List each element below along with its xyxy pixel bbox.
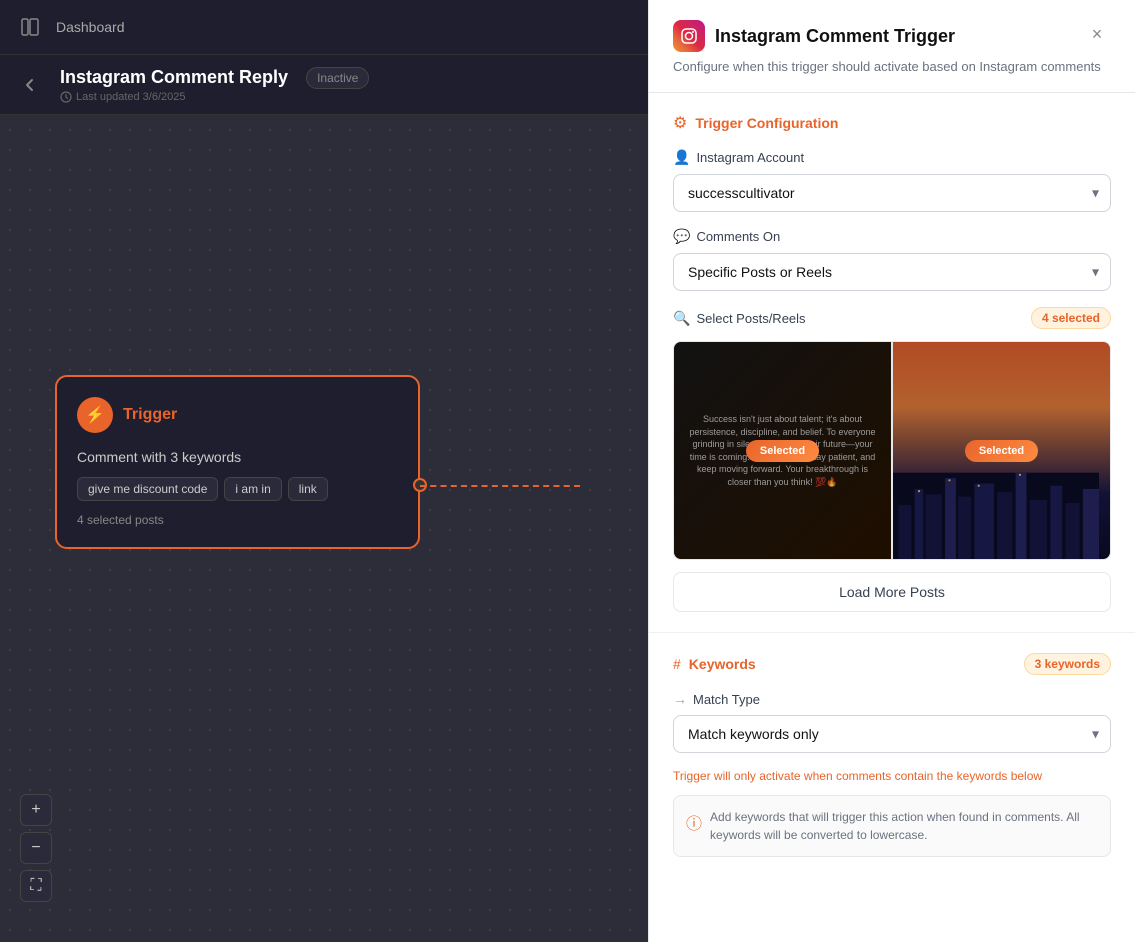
workflow-meta: Instagram Comment Reply Inactive Last up… [60,67,369,103]
post-item-1[interactable]: Success isn't just about talent; it's ab… [674,342,891,559]
keywords-section-title: Keywords [689,656,756,672]
panel-title-row: Instagram Comment Trigger [673,20,955,52]
account-field-label: 👤 Instagram Account [673,149,1111,166]
close-panel-button[interactable]: × [1083,20,1111,48]
trigger-node-header: ⚡ Trigger [77,397,398,433]
match-description: Trigger will only activate when comments… [673,769,1111,783]
post-1-selected-badge: Selected [746,440,819,462]
posts-section-label: Select Posts/Reels [696,311,805,326]
keyword-tags-container: give me discount code i am in link [77,477,398,501]
person-icon: 👤 [673,149,690,166]
comments-on-select[interactable]: Specific Posts or Reels [673,253,1111,291]
post-item-2[interactable]: Selected Unlock your potential and eleva… [893,342,1110,559]
top-bar: Dashboard [0,0,648,55]
account-select-wrapper: successcultivator ▾ [673,174,1111,212]
keywords-count-badge: 3 keywords [1024,653,1111,675]
trigger-config-header: ⚙ Trigger Configuration [673,113,1111,133]
trigger-node[interactable]: ⚡ Trigger Comment with 3 keywords give m… [55,375,420,549]
zoom-out-button[interactable]: − [20,832,52,864]
trigger-node-subtitle: Comment with 3 keywords [77,449,398,465]
load-more-posts-button[interactable]: Load More Posts [673,572,1111,612]
fullscreen-button[interactable]: ⛶ [20,870,52,902]
dashboard-link[interactable]: Dashboard [56,19,125,35]
instagram-icon [673,20,705,52]
trigger-config-title: Trigger Configuration [695,115,838,131]
match-type-select-wrapper: Match keywords only ▾ [673,715,1111,753]
zoom-in-button[interactable]: + [20,794,52,826]
trigger-node-label: Trigger [123,406,177,424]
comment-icon: 💬 [673,228,690,245]
panel-subtitle: Configure when this trigger should activ… [673,58,1111,76]
panel-title: Instagram Comment Trigger [715,26,955,47]
trigger-node-icon: ⚡ [77,397,113,433]
posts-grid: Success isn't just about talent; it's ab… [674,342,1110,559]
match-type-field-label: → Match Type [673,691,1111,707]
zoom-controls: + − ⛶ [20,794,52,902]
post-2-selected-overlay: Selected [893,342,1110,559]
canvas-area: ⚡ Trigger Comment with 3 keywords give m… [0,115,648,942]
sidebar-toggle-button[interactable] [16,13,44,41]
workflow-last-updated: Last updated 3/6/2025 [60,91,369,103]
keyword-tag-2: i am in [224,477,281,501]
add-keywords-area: ⓘ Add keywords that will trigger this ac… [673,795,1111,857]
search-icon: 🔍 [673,310,690,327]
comments-on-select-wrapper: Specific Posts or Reels ▾ [673,253,1111,291]
workflow-header: Instagram Comment Reply Inactive Last up… [0,55,648,115]
keyword-tag-3: link [288,477,328,501]
panel-header: Instagram Comment Trigger × Configure wh… [649,0,1135,93]
posts-selected-count-badge: 4 selected [1031,307,1111,329]
posts-section-header: 🔍 Select Posts/Reels 4 selected [673,307,1111,329]
posts-count: 4 selected posts [77,513,398,527]
posts-grid-container: Success isn't just about talent; it's ab… [673,341,1111,560]
connector-line [420,485,580,487]
add-keywords-hint-text: Add keywords that will trigger this acti… [710,808,1098,844]
keywords-section: # Keywords 3 keywords → Match Type Match… [649,633,1135,877]
arrow-right-icon: → [673,691,687,707]
back-button[interactable] [16,71,44,99]
account-select[interactable]: successcultivator [673,174,1111,212]
right-panel: Instagram Comment Trigger × Configure wh… [648,0,1135,942]
gear-icon: ⚙ [673,113,687,133]
workflow-title: Instagram Comment Reply [60,67,288,88]
keywords-section-header: # Keywords 3 keywords [673,653,1111,675]
match-type-select[interactable]: Match keywords only [673,715,1111,753]
info-circle-icon: ⓘ [686,810,702,834]
trigger-config-section: ⚙ Trigger Configuration 👤 Instagram Acco… [649,93,1135,633]
keyword-tag-1: give me discount code [77,477,218,501]
post-2-selected-badge: Selected [965,440,1038,462]
hash-icon: # [673,656,681,672]
post-1-selected-overlay: Selected [674,342,891,559]
workflow-status-badge: Inactive [306,67,369,89]
comments-on-field-label: 💬 Comments On [673,228,1111,245]
